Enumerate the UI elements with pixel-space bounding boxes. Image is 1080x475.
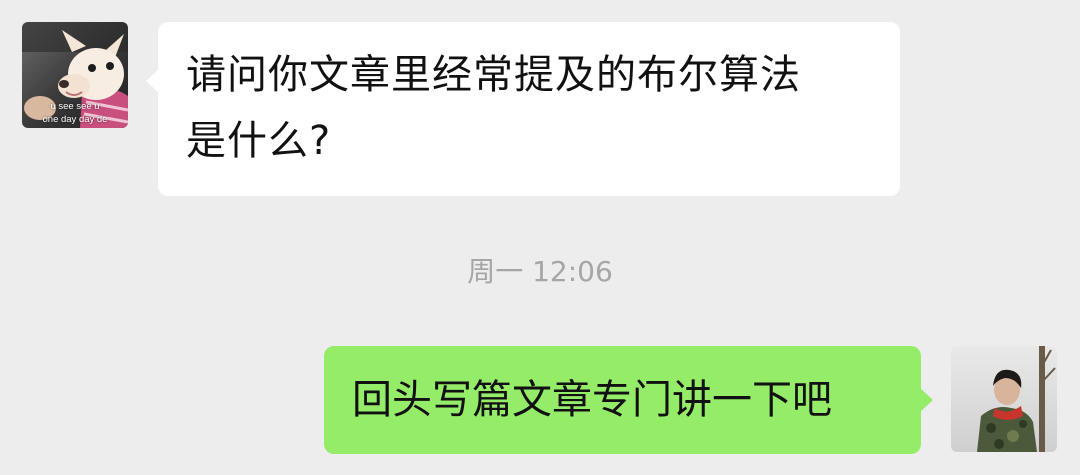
incoming-message-line-2: 是什么? bbox=[186, 118, 332, 164]
incoming-message-bubble[interactable]: 请问你文章里经常提及的布尔算法 是什么? bbox=[146, 22, 900, 196]
message-timestamp: 周一 12:06 bbox=[467, 255, 613, 288]
outgoing-message-bubble[interactable]: 回头写篇文章专门讲一下吧 bbox=[324, 346, 933, 454]
person-photo-avatar-icon bbox=[951, 346, 1057, 452]
self-avatar[interactable] bbox=[951, 346, 1057, 452]
outgoing-message-text: 回头写篇文章专门讲一下吧 bbox=[352, 377, 832, 423]
incoming-message-line-1: 请问你文章里经常提及的布尔算法 bbox=[186, 52, 801, 98]
sender-avatar[interactable]: u see see u one day day de bbox=[22, 22, 128, 128]
chihuahua-photo-avatar-icon bbox=[22, 22, 128, 128]
avatar-caption-line-1: u see see u bbox=[50, 101, 100, 112]
avatar-caption-line-2: one day day de bbox=[42, 114, 108, 125]
